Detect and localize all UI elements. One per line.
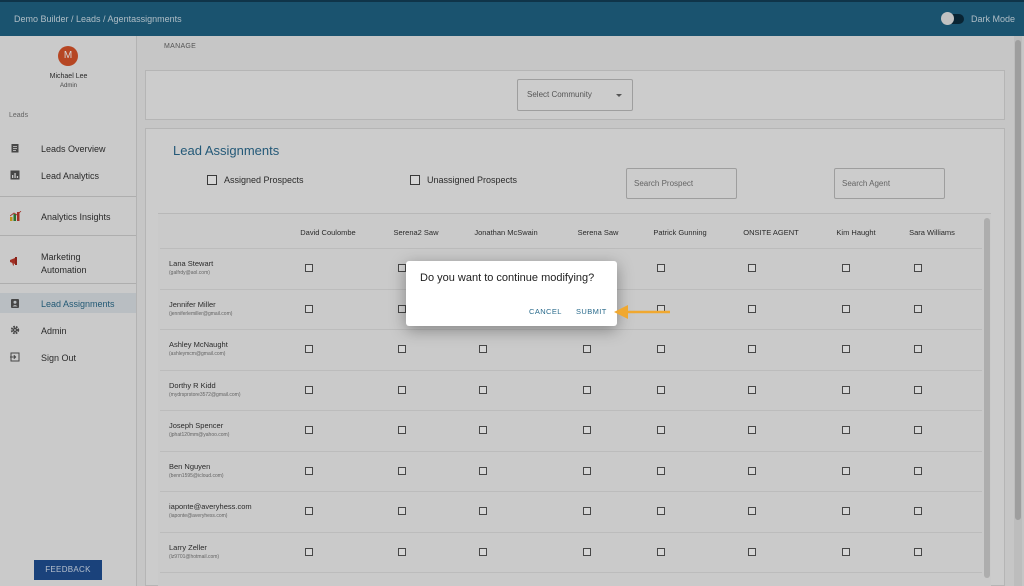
- confirm-dialog: Do you want to continue modifying? CANCE…: [406, 261, 617, 326]
- arrow-annotation-icon: [614, 305, 670, 319]
- submit-button[interactable]: SUBMIT: [576, 307, 607, 316]
- cancel-button[interactable]: CANCEL: [529, 307, 562, 316]
- dialog-question: Do you want to continue modifying?: [420, 272, 595, 284]
